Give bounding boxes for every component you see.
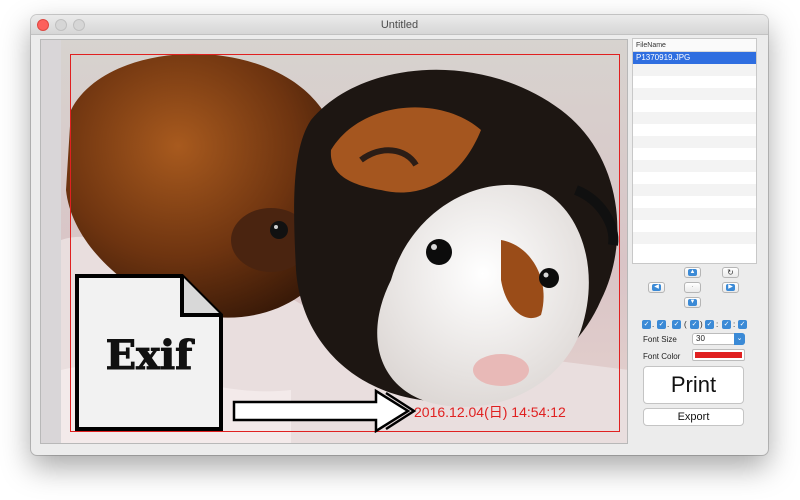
file-list-empty-row	[633, 196, 756, 208]
print-button[interactable]: Print	[643, 366, 744, 404]
move-left-button[interactable]: ◀	[648, 282, 665, 293]
arrow-left-icon: ◀	[652, 284, 661, 291]
file-list-empty-row	[633, 112, 756, 124]
exif-overlay: Exif	[75, 274, 417, 433]
file-list-empty-row	[633, 88, 756, 100]
file-list-empty-row	[633, 160, 756, 172]
font-color-well[interactable]	[692, 349, 745, 361]
file-list-table[interactable]: FileName P1370919.JPG	[632, 38, 757, 264]
window-title: Untitled	[380, 19, 419, 31]
rotate-icon: ↻	[727, 268, 734, 277]
format-separator: :	[716, 320, 719, 329]
file-list-empty-row	[633, 136, 756, 148]
move-right-button[interactable]: ▶	[722, 282, 739, 293]
file-list-empty-row	[633, 148, 756, 160]
format-separator: .	[652, 320, 655, 329]
file-list-empty-row	[633, 64, 756, 76]
file-list-empty-row	[633, 100, 756, 112]
file-list-empty-row	[633, 124, 756, 136]
exif-logo-text: Exif	[106, 332, 196, 379]
second-checkbox[interactable]: ✓	[738, 320, 747, 329]
export-button[interactable]: Export	[643, 408, 744, 426]
arrow-down-icon: ▼	[688, 299, 697, 306]
date-stamp[interactable]: 2016.12.04(日) 14:54:12	[414, 402, 566, 422]
format-separator: )	[700, 320, 703, 329]
file-list-empty-row	[633, 208, 756, 220]
font-color-label: Font Color	[643, 352, 681, 361]
format-separator: .	[667, 320, 670, 329]
year-checkbox[interactable]: ✓	[642, 320, 651, 329]
move-up-button[interactable]: ▲	[684, 267, 701, 278]
file-list-empty-row	[633, 232, 756, 244]
date-format-options: ✓ . ✓ . ✓ ( ✓ ) ✓ : ✓ : ✓	[642, 319, 757, 331]
file-list-empty-row	[633, 220, 756, 232]
file-list-item[interactable]: P1370919.JPG	[633, 52, 756, 64]
file-list-header[interactable]: FileName	[633, 39, 756, 52]
center-dot-icon: ·	[691, 284, 694, 290]
file-list-empty-row	[633, 76, 756, 88]
format-separator: :	[733, 320, 736, 329]
weekday-checkbox[interactable]: ✓	[690, 320, 699, 329]
minute-checkbox[interactable]: ✓	[722, 320, 731, 329]
title-bar: Untitled	[31, 15, 768, 35]
month-checkbox[interactable]: ✓	[657, 320, 666, 329]
hour-checkbox[interactable]: ✓	[705, 320, 714, 329]
arrow-right-icon: ▶	[726, 284, 735, 291]
chevron-down-icon[interactable]: ⌄	[734, 333, 745, 345]
font-size-label: Font Size	[643, 335, 677, 344]
font-color-swatch	[695, 352, 742, 358]
center-button[interactable]: ·	[684, 282, 701, 293]
day-checkbox[interactable]: ✓	[672, 320, 681, 329]
format-separator: (	[684, 320, 687, 329]
file-list-empty-row	[633, 172, 756, 184]
arrow-up-icon: ▲	[688, 269, 697, 276]
rotate-button[interactable]: ↻	[722, 267, 739, 278]
move-down-button[interactable]: ▼	[684, 297, 701, 308]
file-list-empty-row	[633, 244, 756, 256]
photo-preview-area[interactable]: Exif 2016.12.04(日) 14:54:12	[40, 39, 628, 444]
app-window: Untitled Exif 2016.12.04(日) 14:54:12 Fil…	[31, 15, 768, 455]
file-list-empty-row	[633, 184, 756, 196]
